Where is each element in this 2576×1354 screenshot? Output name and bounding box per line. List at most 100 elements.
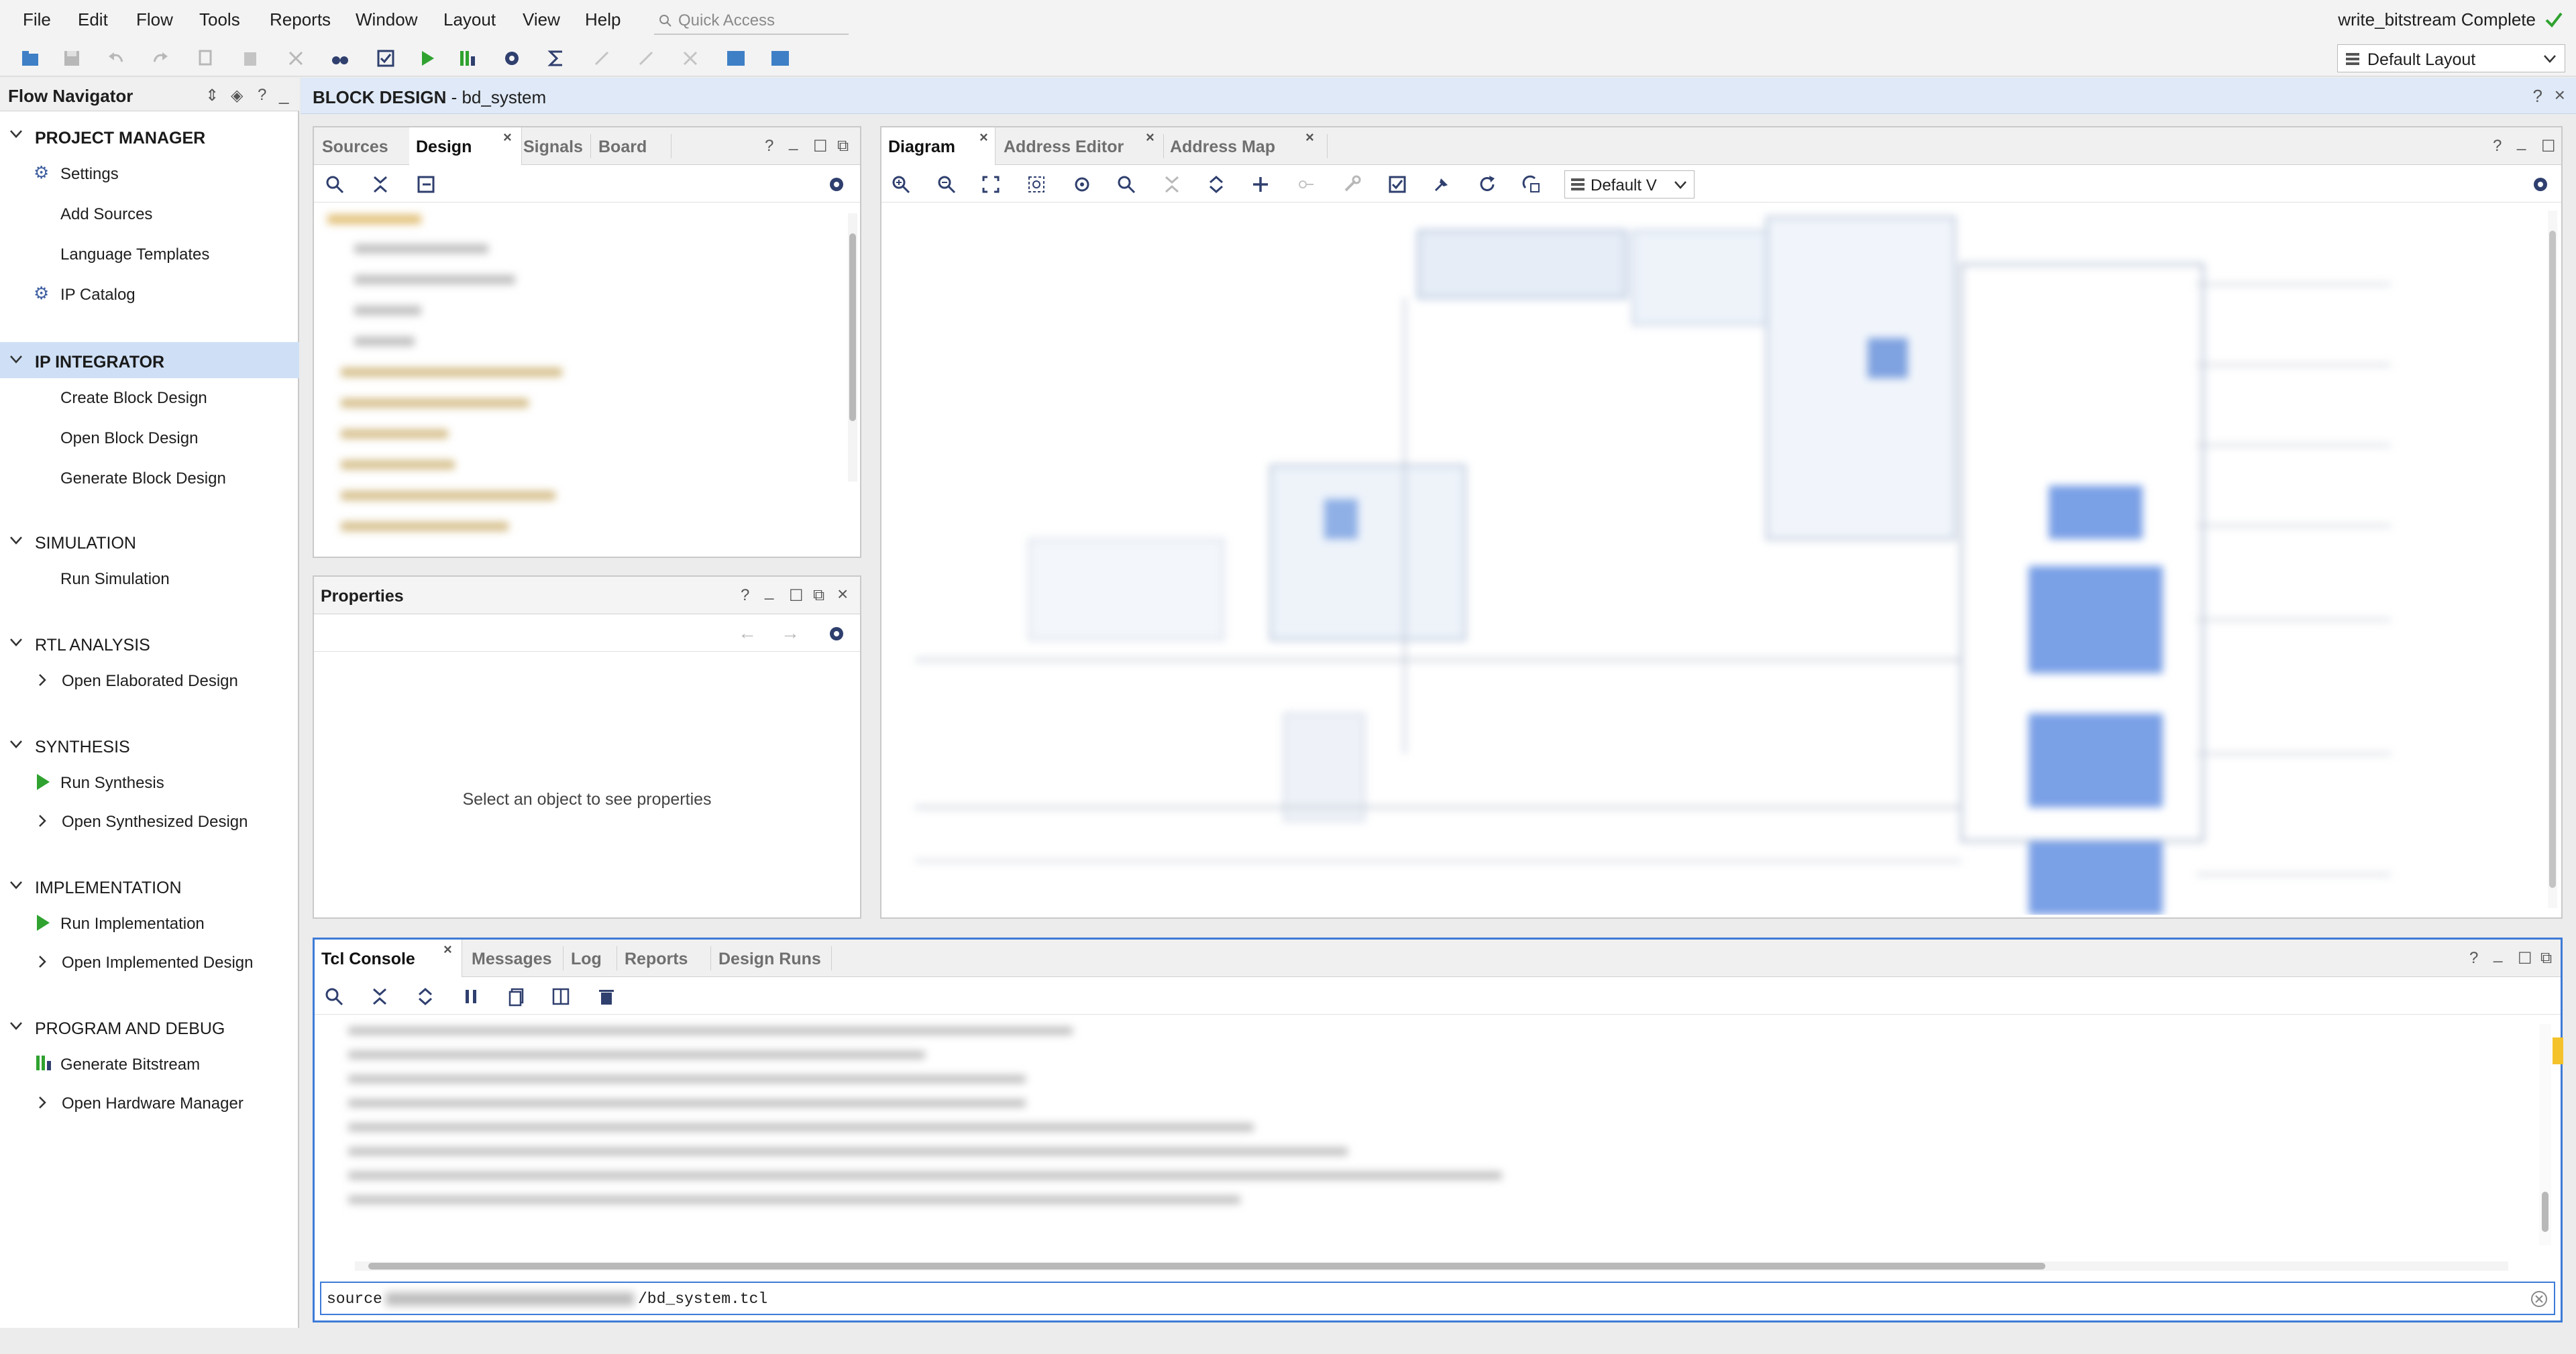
section-simulation[interactable]: SIMULATION	[35, 534, 136, 553]
close-icon[interactable]: ×	[1305, 129, 1314, 146]
nav-settings[interactable]: Settings	[60, 165, 119, 184]
search-icon[interactable]	[1116, 174, 1136, 194]
nav-run-simulation[interactable]: Run Simulation	[60, 570, 170, 589]
help-icon[interactable]: ?	[2469, 949, 2478, 968]
search-icon[interactable]	[324, 986, 344, 1007]
collapse-all-icon[interactable]	[370, 174, 390, 194]
check-icon[interactable]	[374, 47, 397, 70]
maximize-icon[interactable]: ☐	[789, 586, 804, 606]
tab-sources[interactable]: Sources	[322, 127, 409, 165]
menu-view[interactable]: View	[523, 9, 560, 30]
chevron-down-icon[interactable]	[9, 129, 23, 139]
tab-signals[interactable]: Signals	[517, 127, 590, 165]
chevron-down-icon[interactable]	[9, 354, 23, 365]
open-project-icon[interactable]	[19, 47, 42, 70]
help-icon[interactable]: ?	[2533, 86, 2542, 107]
zoom-in-icon[interactable]	[891, 174, 911, 194]
help-icon[interactable]: ?	[2493, 137, 2502, 156]
tab-reports[interactable]: Reports	[618, 940, 712, 977]
tab-design-runs[interactable]: Design Runs	[712, 940, 833, 977]
undo-icon[interactable]	[105, 47, 127, 70]
scrollbar[interactable]	[848, 213, 857, 482]
tcl-command-input[interactable]: source /bd_system.tcl	[320, 1282, 2555, 1315]
tab-tcl-console[interactable]: Tcl Console ×	[315, 940, 462, 977]
wrench-icon[interactable]	[1342, 174, 1362, 194]
section-implementation[interactable]: IMPLEMENTATION	[35, 879, 182, 898]
gear-icon[interactable]	[826, 624, 847, 644]
menu-help[interactable]: Help	[585, 9, 621, 30]
help-icon[interactable]: ?	[765, 137, 773, 156]
minimize-icon[interactable]: _	[2517, 133, 2526, 152]
maximize-icon[interactable]: ☐	[2518, 949, 2532, 968]
pause-icon[interactable]	[461, 986, 481, 1007]
close-icon[interactable]: ×	[1146, 129, 1155, 146]
tcl-console-icon[interactable]	[769, 47, 792, 70]
zoom-area-icon[interactable]	[1026, 174, 1046, 194]
nav-language-templates[interactable]: Language Templates	[60, 245, 209, 264]
console-scrollbar[interactable]	[2539, 1024, 2563, 1245]
wand-icon[interactable]	[635, 47, 657, 70]
quick-access-input[interactable]: Quick Access	[654, 5, 849, 35]
tab-board[interactable]: Board	[592, 127, 665, 165]
hierarchy-icon[interactable]	[416, 174, 436, 194]
maximize-icon[interactable]: ☐	[813, 137, 828, 156]
nav-generate-block-design[interactable]: Generate Block Design	[60, 469, 226, 488]
tcl-icon[interactable]	[724, 47, 747, 70]
center-icon[interactable]	[1072, 174, 1092, 194]
minimize-icon[interactable]: _	[2493, 945, 2502, 964]
layout-dropdown[interactable]: Default Layout	[2337, 44, 2565, 72]
chevron-down-icon[interactable]	[9, 1021, 23, 1031]
collapse-all-icon[interactable]	[1162, 174, 1182, 194]
search-icon[interactable]	[325, 174, 345, 194]
nav-open-synthesized-design[interactable]: Open Synthesized Design	[62, 813, 248, 832]
nav-run-implementation[interactable]: Run Implementation	[60, 915, 205, 934]
chevron-right-icon[interactable]	[38, 814, 47, 828]
menu-edit[interactable]: Edit	[78, 9, 108, 30]
trash-icon[interactable]	[596, 986, 616, 1007]
minimize-icon[interactable]: _	[789, 133, 798, 152]
diagram-canvas[interactable]	[881, 204, 2544, 915]
menu-reports[interactable]: Reports	[270, 9, 331, 30]
nav-generate-bitstream[interactable]: Generate Bitstream	[60, 1056, 200, 1074]
tab-log[interactable]: Log	[564, 940, 621, 977]
close-icon[interactable]: ×	[443, 941, 452, 958]
cancel-icon[interactable]	[679, 47, 702, 70]
float-icon[interactable]: ⧉	[837, 137, 849, 156]
nav-ip-catalog[interactable]: IP Catalog	[60, 286, 136, 304]
regenerate-layout-icon[interactable]	[1521, 174, 1542, 194]
wand-disabled-icon[interactable]	[590, 47, 613, 70]
design-tree[interactable]	[314, 207, 844, 549]
pin-icon[interactable]: ◈	[231, 86, 243, 105]
menu-flow[interactable]: Flow	[136, 9, 173, 30]
sigma-icon[interactable]	[545, 47, 568, 70]
run-icon[interactable]	[416, 47, 439, 70]
float-icon[interactable]: ⧉	[2540, 949, 2552, 968]
pin-icon[interactable]	[1432, 174, 1452, 194]
close-icon[interactable]: ×	[503, 129, 512, 146]
save-icon[interactable]	[60, 47, 83, 70]
nav-open-implemented-design[interactable]: Open Implemented Design	[62, 954, 254, 972]
maximize-icon[interactable]: ☐	[2541, 137, 2556, 156]
section-program-debug[interactable]: PROGRAM AND DEBUG	[35, 1019, 225, 1039]
menu-tools[interactable]: Tools	[199, 9, 240, 30]
collapse-all-icon[interactable]: ⇕	[205, 86, 219, 105]
section-ip-integrator[interactable]: IP INTEGRATOR	[35, 353, 164, 372]
refresh-icon[interactable]	[1477, 174, 1497, 194]
nav-open-block-design[interactable]: Open Block Design	[60, 429, 198, 448]
zoom-out-icon[interactable]	[936, 174, 957, 194]
make-connection-icon[interactable]	[1296, 174, 1316, 194]
tab-messages[interactable]: Messages	[465, 940, 566, 977]
view-dropdown[interactable]: Default V	[1564, 170, 1695, 199]
binoculars-icon[interactable]	[329, 47, 352, 70]
forward-icon[interactable]: →	[781, 622, 800, 644]
expand-all-icon[interactable]	[415, 986, 435, 1007]
minimize-icon[interactable]: _	[765, 582, 773, 601]
close-icon[interactable]: ×	[2555, 84, 2565, 106]
close-icon[interactable]: ×	[979, 129, 988, 146]
expand-all-icon[interactable]	[1206, 174, 1226, 194]
tab-address-map[interactable]: Address Map ×	[1165, 127, 1326, 165]
console-output[interactable]	[328, 1023, 2515, 1224]
gear-icon[interactable]	[500, 47, 523, 70]
nav-create-block-design[interactable]: Create Block Design	[60, 389, 207, 408]
float-icon[interactable]: ⧉	[813, 586, 824, 605]
